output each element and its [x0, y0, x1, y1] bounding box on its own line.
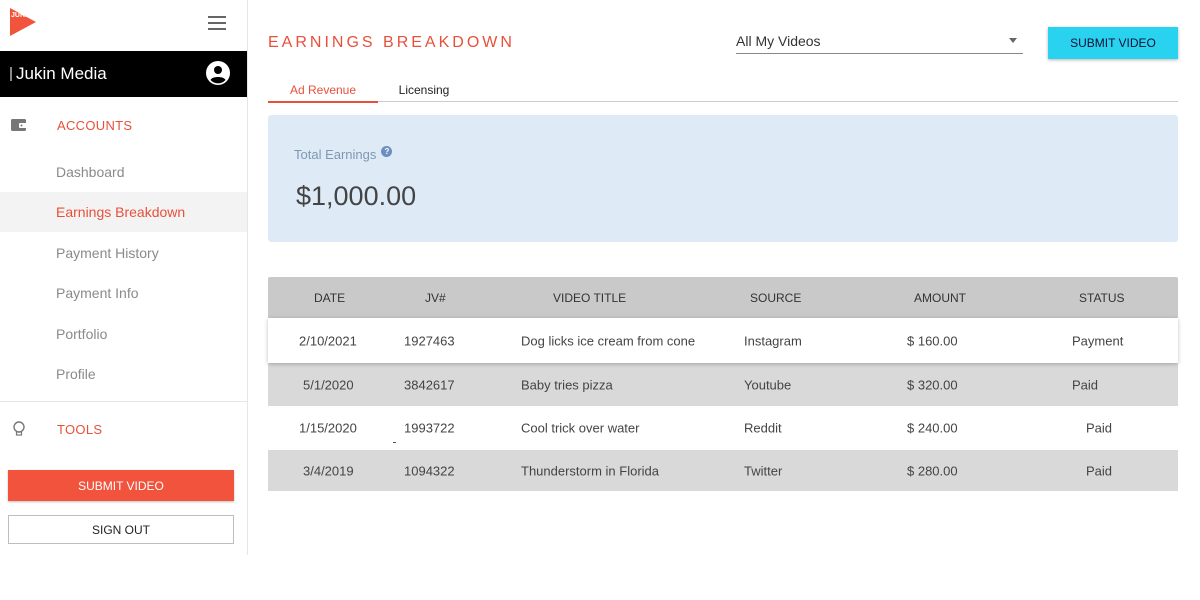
tab-bar: Ad Revenue Licensing	[268, 78, 1178, 103]
total-earnings-label-wrap: Total Earnings ?	[294, 146, 393, 162]
submit-video-button[interactable]: SUBMIT VIDEO	[1048, 27, 1178, 59]
cell-jv: 1993722	[404, 420, 455, 436]
sidebar-item-portfolio[interactable]: Portfolio	[0, 314, 247, 354]
col-date[interactable]: DATE	[314, 291, 345, 305]
cell-status: Paid	[1086, 463, 1113, 478]
cell-title: Dog licks ice cream from cone	[521, 333, 696, 348]
cell-status: Payment	[1072, 333, 1124, 348]
wallet-icon	[11, 119, 27, 131]
sidebar-item-payment-history[interactable]: Payment History	[0, 233, 247, 273]
total-earnings-value: $1,000.00	[296, 181, 417, 211]
cell-status: Paid	[1086, 420, 1113, 436]
sidebar: JUKIN Jukin Media ACCOUNTS Dashboard Ear…	[0, 0, 248, 555]
col-jv[interactable]: JV#	[425, 291, 446, 305]
col-amount[interactable]: AMOUNT	[914, 291, 966, 305]
cell-jv: 3842617	[404, 377, 455, 392]
cell-amount: $ 160.00	[907, 333, 958, 348]
user-bar[interactable]: Jukin Media	[0, 51, 247, 97]
cell-title: Cool trick over water	[521, 420, 640, 436]
cell-source: Youtube	[744, 377, 792, 392]
col-status[interactable]: STATUS	[1079, 291, 1125, 305]
cell-date: 1/15/2020	[299, 420, 357, 436]
table-row[interactable]: 2/10/2021 1927463 Dog licks ice cream fr…	[268, 318, 1178, 363]
tab-ad-revenue[interactable]: Ad Revenue	[268, 78, 378, 103]
accounts-label: ACCOUNTS	[57, 117, 133, 133]
cell-jv: 1927463	[404, 333, 455, 348]
menu-icon[interactable]	[208, 16, 226, 30]
lightbulb-icon	[13, 421, 25, 436]
tools-section-header[interactable]: TOOLS	[0, 414, 247, 444]
accounts-section-header[interactable]: ACCOUNTS	[0, 110, 247, 140]
sidebar-submit-video-button[interactable]: SUBMIT VIDEO	[8, 470, 234, 501]
table-header: DATE JV# VIDEO TITLE SOURCE AMOUNT STATU…	[268, 277, 1178, 318]
cell-title: Baby tries pizza	[521, 377, 613, 392]
table-row[interactable]: 3/4/2019 1094322 Thunderstorm in Florida…	[268, 450, 1178, 491]
cell-amount: $ 320.00	[907, 377, 958, 392]
table-row[interactable]: 5/1/2020 3842617 Baby tries pizza Youtub…	[268, 363, 1178, 406]
cell-date: 3/4/2019	[303, 463, 354, 478]
sidebar-item-earnings-breakdown[interactable]: Earnings Breakdown	[0, 192, 247, 232]
jukin-logo[interactable]: JUKIN	[10, 8, 40, 38]
sidebar-item-profile[interactable]: Profile	[0, 354, 247, 394]
cell-date: 5/1/2020	[303, 377, 354, 392]
total-earnings-label: Total Earnings	[294, 147, 377, 162]
sidebar-item-payment-info[interactable]: Payment Info	[0, 273, 247, 313]
sign-out-button[interactable]: SIGN OUT	[8, 515, 234, 544]
earnings-table: DATE JV# VIDEO TITLE SOURCE AMOUNT STATU…	[268, 277, 1178, 491]
table-row[interactable]: 1/15/2020 1993722 Cool trick over water …	[268, 406, 1178, 450]
cell-source: Instagram	[744, 333, 802, 348]
cell-date: 2/10/2021	[299, 333, 357, 348]
tools-label: TOOLS	[57, 421, 103, 437]
page-title: EARNINGS BREAKDOWN	[268, 34, 515, 51]
col-video-title[interactable]: VIDEO TITLE	[553, 291, 626, 305]
cell-jv: 1094322	[404, 463, 455, 478]
video-filter-select[interactable]: All My Videos	[736, 28, 1023, 54]
cell-source: Reddit	[744, 420, 782, 436]
account-circle-icon[interactable]	[206, 61, 230, 85]
help-icon[interactable]: ?	[381, 146, 393, 157]
cell-source: Twitter	[744, 463, 783, 478]
video-filter-value: All My Videos	[736, 32, 821, 49]
svg-text:JUKIN: JUKIN	[11, 12, 32, 19]
sidebar-item-dashboard[interactable]: Dashboard	[0, 152, 247, 192]
tab-licensing[interactable]: Licensing	[386, 78, 462, 102]
sidebar-divider	[0, 401, 247, 402]
total-earnings-card: Total Earnings ? $1,000.00	[268, 115, 1178, 242]
user-name: Jukin Media	[16, 64, 107, 83]
cell-amount: $ 240.00	[907, 420, 958, 436]
caret-marker	[10, 67, 12, 81]
cell-amount: $ 280.00	[907, 463, 958, 478]
col-source[interactable]: SOURCE	[750, 291, 801, 305]
chevron-down-icon	[1009, 38, 1017, 43]
cell-status: Paid	[1072, 377, 1099, 392]
cell-title: Thunderstorm in Florida	[521, 463, 659, 478]
dash-mark	[393, 442, 396, 443]
